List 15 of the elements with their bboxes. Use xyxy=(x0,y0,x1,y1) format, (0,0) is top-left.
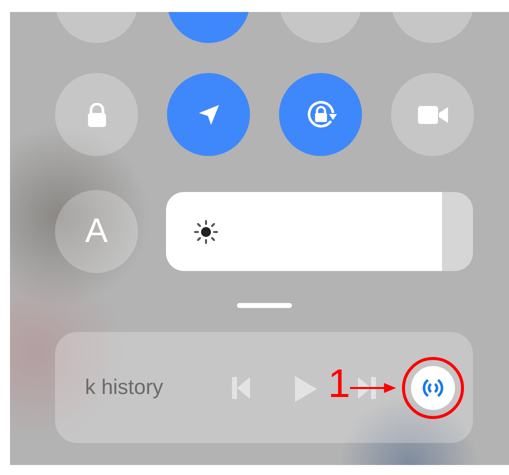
previous-icon[interactable] xyxy=(232,376,250,400)
media-title: k history xyxy=(85,376,164,400)
drag-handle[interactable] xyxy=(237,303,292,308)
cast-button[interactable] xyxy=(411,366,455,410)
video-camera-icon xyxy=(418,104,448,124)
annotation-number: 1 xyxy=(328,364,350,404)
broadcast-icon xyxy=(421,376,445,400)
annotation-circle xyxy=(401,356,465,420)
annotation-arrow xyxy=(350,382,396,394)
next-icon[interactable] xyxy=(358,376,376,400)
location-arrow-icon xyxy=(196,102,220,126)
padlock-icon xyxy=(86,102,108,126)
sun-icon xyxy=(194,220,218,244)
play-icon[interactable] xyxy=(295,376,317,402)
font-button[interactable]: A xyxy=(55,190,138,273)
